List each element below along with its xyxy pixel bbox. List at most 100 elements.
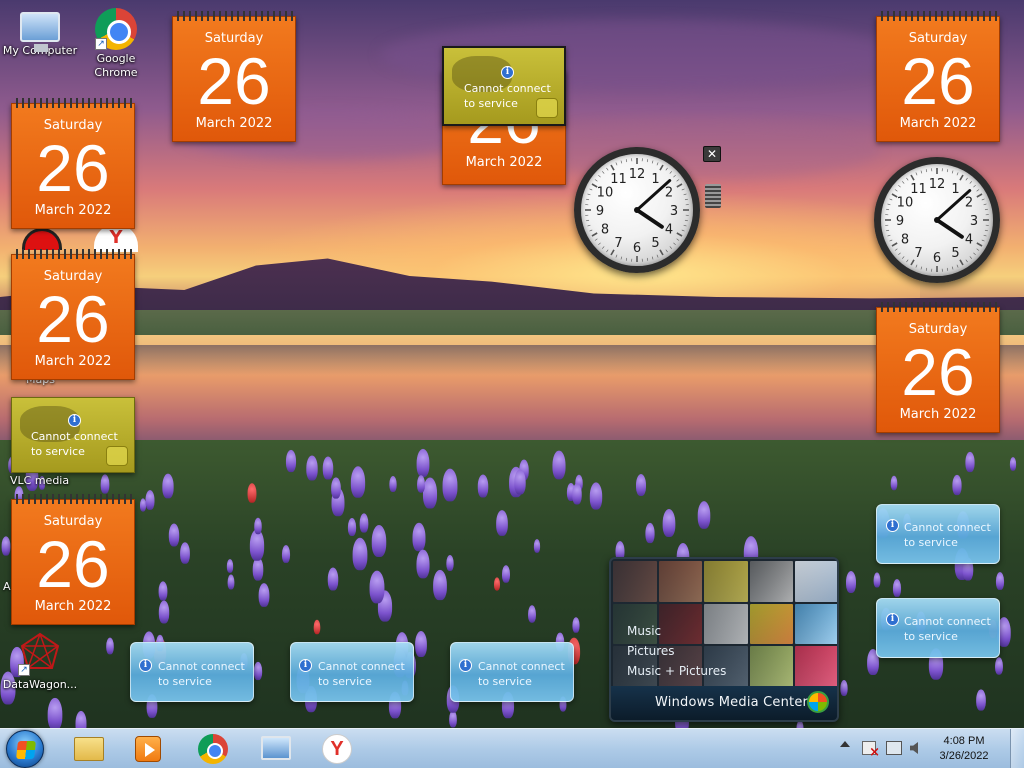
weather-gadget[interactable]: i Cannot connect to service xyxy=(130,642,254,702)
wallpaper-flower xyxy=(281,545,291,563)
calendar-rings xyxy=(16,249,132,259)
clock-tick xyxy=(956,264,959,268)
weather-gadget[interactable]: i Cannot connect to service xyxy=(11,397,135,473)
calendar-gadget[interactable]: Saturday 26 March 2022 xyxy=(11,249,135,380)
wallpaper-flower xyxy=(433,569,447,601)
clock-gadget[interactable]: 12 1 2 3 4 5 6 7 8 9 10 11 xyxy=(874,157,1000,283)
close-icon[interactable]: ✕ xyxy=(703,146,721,162)
wallpaper-flower xyxy=(995,657,1003,675)
remote-desktop-icon[interactable] xyxy=(261,736,291,760)
clock-gadget[interactable]: 12 1 2 3 4 5 6 7 8 9 10 11 xyxy=(574,147,700,273)
start-button[interactable] xyxy=(6,730,44,768)
weather-gadget[interactable]: i Cannot connect to service xyxy=(876,504,1000,564)
clock-number: 7 xyxy=(614,236,622,251)
calendar-month-year: March 2022 xyxy=(465,155,543,170)
clock-tick xyxy=(676,179,680,182)
clock-tick xyxy=(591,232,598,237)
clock-tick xyxy=(669,171,673,174)
media-center-title: Windows Media Center xyxy=(655,695,809,710)
clock-number: 6 xyxy=(633,241,641,256)
wallpaper-flower xyxy=(145,490,155,510)
clock-tick xyxy=(586,219,590,222)
clock-tick xyxy=(610,164,615,171)
wallpaper-flower xyxy=(514,469,526,495)
clock-tick xyxy=(956,172,959,176)
clock-tick xyxy=(586,198,590,201)
weather-error-line2: to service xyxy=(158,675,212,688)
clock-tick xyxy=(925,267,928,271)
clock-tick xyxy=(959,174,964,181)
wallpaper-reflection xyxy=(0,345,1024,375)
wallpaper-flower xyxy=(162,473,174,499)
clock-number: 11 xyxy=(610,172,627,187)
wallpaper-flower xyxy=(106,637,114,655)
media-center-logo-icon xyxy=(807,691,829,713)
weather-error-line1: Cannot connect xyxy=(478,660,565,673)
clock-tick xyxy=(673,242,676,246)
clock-tick xyxy=(920,266,923,270)
calendar-gadget[interactable]: Saturday 26 March 2022 xyxy=(11,98,135,229)
media-center-menu: Music Pictures Music + Pictures xyxy=(627,621,726,681)
desktop-icon-datawagon[interactable]: ↗ DataWagon... xyxy=(0,632,80,692)
windows-explorer-icon[interactable] xyxy=(74,737,104,761)
media-center-footer[interactable]: Windows Media Center xyxy=(611,686,837,720)
wallpaper-flower xyxy=(502,565,510,583)
wallpaper-flower xyxy=(313,619,321,635)
clock-tick xyxy=(606,249,609,253)
menu-item-music-pictures[interactable]: Music + Pictures xyxy=(627,661,726,681)
weather-gadget[interactable]: i Cannot connect to service xyxy=(290,642,414,702)
clock-tick xyxy=(594,238,598,241)
calendar-gadget[interactable]: Saturday 26 March 2022 xyxy=(876,302,1000,433)
network-icon[interactable] xyxy=(886,741,902,755)
clock-tick xyxy=(951,266,954,270)
info-icon: i xyxy=(459,659,472,672)
wallpaper-flower xyxy=(158,600,170,624)
desktop-icon-my-computer[interactable]: My Computer xyxy=(0,8,80,58)
media-center-gadget[interactable]: Music Pictures Music + Pictures Windows … xyxy=(609,557,839,722)
desktop-icon-google-chrome[interactable]: ↗ Google Chrome xyxy=(76,8,156,80)
info-icon: i xyxy=(68,414,81,427)
calendar-gadget[interactable]: Saturday 26 March 2022 xyxy=(11,494,135,625)
wallpaper-flower xyxy=(352,537,368,571)
clock-tick xyxy=(620,256,623,260)
weather-gadget[interactable]: i Cannot connect to service xyxy=(876,598,1000,658)
wallpaper-flower xyxy=(100,474,110,494)
info-icon: i xyxy=(886,613,899,626)
wallpaper-flower xyxy=(285,449,297,473)
weather-error-line1: Cannot connect xyxy=(158,660,245,673)
clock-tick xyxy=(625,159,628,163)
show-hidden-icons-chevron-icon[interactable] xyxy=(840,741,850,747)
clock-tick xyxy=(646,159,649,163)
weather-error-line1: Cannot connect xyxy=(904,521,991,534)
calendar-rings xyxy=(16,98,132,108)
clock-tick xyxy=(894,248,898,251)
media-player-icon[interactable] xyxy=(135,736,161,762)
wallpaper-flower xyxy=(976,689,986,711)
yandex-icon[interactable]: Y xyxy=(322,734,352,764)
clock-tick xyxy=(587,224,591,227)
wallpaper-flower xyxy=(180,542,190,564)
calendar-gadget[interactable]: Saturday 26 March 2022 xyxy=(172,11,296,142)
action-center-flag-icon[interactable] xyxy=(862,741,880,760)
clock-tick xyxy=(598,242,601,246)
drag-handle[interactable] xyxy=(705,184,721,208)
wallpaper-flower xyxy=(369,570,385,604)
calendar-gadget[interactable]: Saturday 26 March 2022 xyxy=(876,11,1000,142)
wallpaper-flower xyxy=(347,517,357,537)
menu-item-pictures[interactable]: Pictures xyxy=(627,641,726,661)
desktop-icon-vlc[interactable]: VLC media xyxy=(0,474,76,488)
clock-tick xyxy=(601,246,605,249)
tray-clock[interactable]: 4:08 PM 3/26/2022 xyxy=(934,734,994,764)
weather-gadget[interactable]: i Cannot connect to service xyxy=(450,642,574,702)
clock-tick xyxy=(965,177,968,181)
calendar-month-year: March 2022 xyxy=(34,599,112,614)
wallpaper-flower xyxy=(371,525,387,557)
chrome-icon[interactable] xyxy=(198,734,228,764)
clock-number: 8 xyxy=(601,223,609,238)
volume-icon[interactable] xyxy=(910,742,918,754)
weather-gadget[interactable]: i Cannot connect to service xyxy=(442,46,566,126)
wallpaper-flower xyxy=(952,474,962,496)
show-desktop-button[interactable] xyxy=(1010,729,1024,768)
menu-item-music[interactable]: Music xyxy=(627,621,726,641)
wallpaper-flower xyxy=(331,477,341,499)
